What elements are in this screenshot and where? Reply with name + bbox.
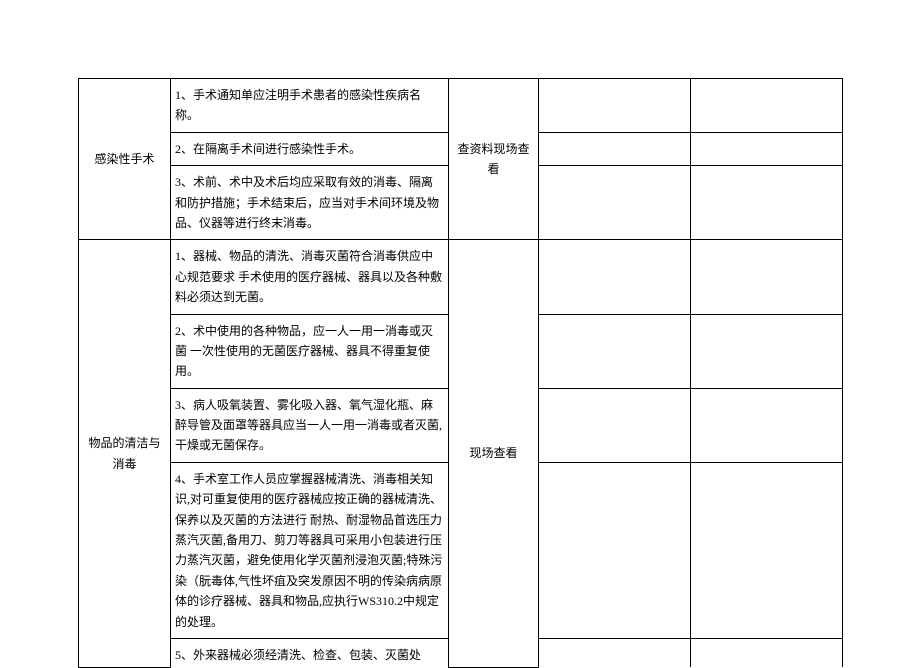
empty-cell (691, 166, 843, 240)
category-cell: 物品的清洁与消毒 (79, 240, 171, 668)
empty-cell (691, 132, 843, 165)
requirement-cell: 3、病人吸氧装置、雾化吸入器、氧气湿化瓶、麻醉导管及面罩等器具应当一人一用一消毒… (171, 388, 449, 462)
empty-cell (539, 240, 691, 314)
method-cell: 查资料现场查看 (449, 79, 539, 240)
requirement-cell: 1、手术通知单应注明手术患者的感染性疾病名称。 (171, 79, 449, 133)
empty-cell (691, 638, 843, 667)
empty-cell (691, 314, 843, 388)
empty-cell (539, 166, 691, 240)
method-cell: 现场查看 (449, 240, 539, 668)
requirement-cell: 2、在隔离手术间进行感染性手术。 (171, 132, 449, 165)
category-cell: 感染性手术 (79, 79, 171, 240)
requirement-cell: 3、术前、术中及术后均应采取有效的消毒、隔离和防护措施；手术结束后，应当对手术间… (171, 166, 449, 240)
empty-cell (691, 79, 843, 133)
empty-cell (539, 314, 691, 388)
empty-cell (539, 462, 691, 638)
requirement-cell: 5、外来器械必须经清洗、检查、包装、灭菌处 (171, 638, 449, 667)
empty-cell (539, 79, 691, 133)
requirement-cell: 2、术中使用的各种物品，应一人一用一消毒或灭菌 一次性使用的无菌医疗器械、器具不… (171, 314, 449, 388)
empty-cell (539, 638, 691, 667)
empty-cell (691, 462, 843, 638)
document-table: 感染性手术 1、手术通知单应注明手术患者的感染性疾病名称。 查资料现场查看 2、… (78, 78, 842, 668)
table-row: 物品的清洁与消毒 1、器械、物品的清洗、消毒灭菌符合消毒供应中心规范要求 手术使… (79, 240, 843, 314)
inspection-table: 感染性手术 1、手术通知单应注明手术患者的感染性疾病名称。 查资料现场查看 2、… (78, 78, 843, 668)
empty-cell (539, 388, 691, 462)
requirement-cell: 4、手术室工作人员应掌握器械清洗、消毒相关知识,对可重复使用的医疗器械应按正确的… (171, 462, 449, 638)
empty-cell (691, 240, 843, 314)
table-row: 感染性手术 1、手术通知单应注明手术患者的感染性疾病名称。 查资料现场查看 (79, 79, 843, 133)
empty-cell (691, 388, 843, 462)
requirement-cell: 1、器械、物品的清洗、消毒灭菌符合消毒供应中心规范要求 手术使用的医疗器械、器具… (171, 240, 449, 314)
empty-cell (539, 132, 691, 165)
